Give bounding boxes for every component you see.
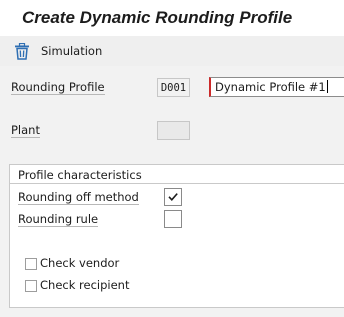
check-recipient-checkbox[interactable] xyxy=(25,280,37,292)
title-bar: Create Dynamic Rounding Profile xyxy=(0,0,344,36)
simulation-button[interactable]: Simulation xyxy=(14,41,102,61)
simulation-label: Simulation xyxy=(41,44,103,58)
profile-characteristics-title: Profile characteristics xyxy=(18,168,142,182)
page-title: Create Dynamic Rounding Profile xyxy=(22,8,293,27)
rounding-rule-checkbox[interactable] xyxy=(164,210,182,228)
plant-input[interactable] xyxy=(157,121,190,140)
rounding-profile-code: D001 xyxy=(157,78,190,97)
plant-label: Plant xyxy=(11,123,40,138)
rounding-off-method-label: Rounding off method xyxy=(18,190,139,205)
checkmark-icon xyxy=(168,193,178,201)
trash-can-icon xyxy=(14,42,30,60)
rounding-profile-description-value: Dynamic Profile #1 xyxy=(215,80,326,94)
rounding-profile-label: Rounding Profile xyxy=(11,80,105,95)
toolbar: Simulation xyxy=(0,36,344,66)
rounding-rule-label: Rounding rule xyxy=(18,212,99,227)
check-vendor-label: Check vendor xyxy=(40,256,120,270)
check-recipient-label: Check recipient xyxy=(40,278,130,292)
group-title-divider xyxy=(10,183,344,184)
rounding-profile-description-input[interactable]: Dynamic Profile #1 xyxy=(209,77,344,97)
text-caret xyxy=(326,80,328,93)
rounding-off-method-checkbox[interactable] xyxy=(164,188,182,206)
check-vendor-checkbox[interactable] xyxy=(25,258,37,270)
